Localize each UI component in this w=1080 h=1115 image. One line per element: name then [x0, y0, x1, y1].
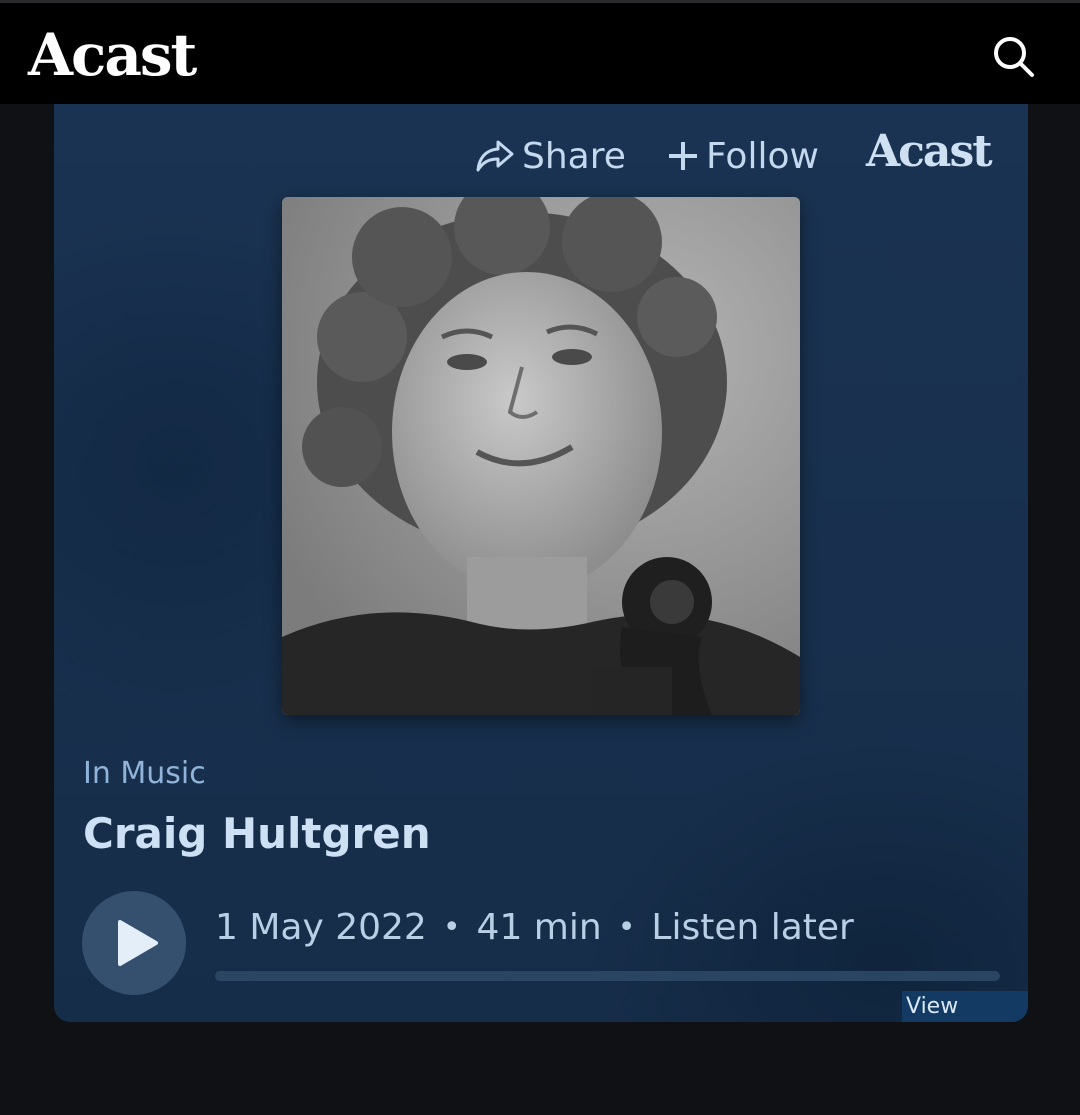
portrait-photo	[282, 197, 800, 715]
view-terms-link[interactable]: View terms	[902, 991, 1028, 1022]
search-button[interactable]	[984, 29, 1044, 85]
play-icon	[118, 920, 158, 966]
plus-icon	[669, 142, 697, 170]
episode-title: Craig Hultgren	[83, 809, 431, 858]
meta-separator: •	[442, 909, 461, 945]
acast-logo[interactable]: Acast	[28, 21, 197, 89]
listen-later-button[interactable]: Listen later	[651, 907, 853, 948]
follow-button[interactable]: Follow	[666, 134, 819, 178]
episode-meta: 1 May 2022 • 41 min • Listen later	[215, 902, 854, 952]
episode-cover-image	[282, 197, 800, 715]
episode-duration: 41 min	[476, 906, 602, 948]
episode-category[interactable]: In Music	[83, 756, 206, 791]
top-bar: Acast	[0, 0, 1080, 104]
episode-date: 1 May 2022	[215, 906, 427, 948]
acast-card-logo[interactable]: Acast	[866, 126, 993, 177]
share-button[interactable]: Share	[474, 134, 626, 178]
share-label: Share	[522, 135, 626, 177]
search-icon	[994, 37, 1034, 77]
episode-player-card: Share Follow Acast In Music Craig Hultgr…	[54, 104, 1028, 1022]
share-icon	[476, 140, 514, 172]
meta-separator: •	[617, 909, 636, 945]
progress-bar[interactable]	[215, 971, 1000, 981]
play-button[interactable]	[82, 891, 186, 995]
follow-label: Follow	[706, 135, 819, 177]
